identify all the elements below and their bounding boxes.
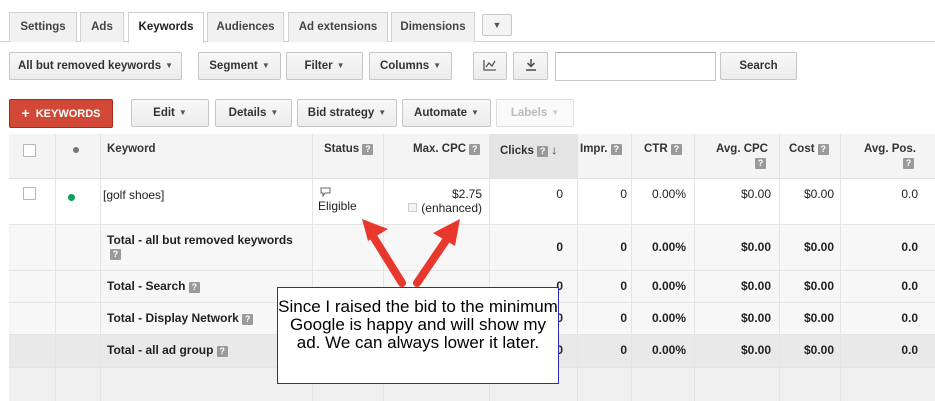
arrow-to-status-icon bbox=[362, 219, 406, 287]
annotation-callout: Since I raised the bid to the minimum Go… bbox=[277, 287, 559, 384]
arrow-to-max-cpc-icon bbox=[413, 219, 460, 287]
